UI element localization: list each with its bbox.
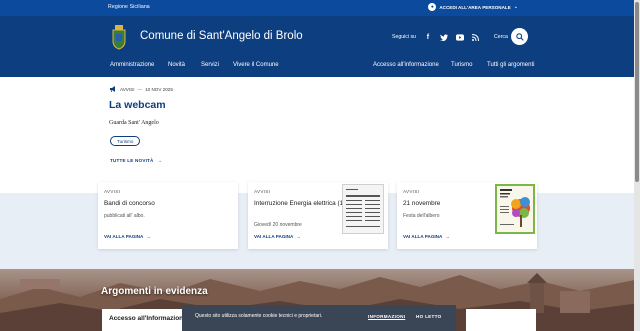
all-news-label: TUTTE LE NOVITÀ: [110, 158, 154, 163]
facebook-icon[interactable]: f: [424, 33, 432, 41]
news-card[interactable]: AVVISI Interruzione Energia elettrica (1…: [248, 182, 388, 249]
document-thumbnail: [342, 184, 384, 234]
nav-item-vivere-il-comune[interactable]: Vivere il Comune: [233, 62, 279, 68]
login-button[interactable]: ● ACCEDI ALL'AREA PERSONALE ⌄: [428, 3, 518, 11]
hero-title[interactable]: La webcam: [109, 99, 166, 111]
topic-card-title[interactable]: Accesso all'Informazione: [109, 315, 187, 322]
hero-category: AVVISI: [120, 86, 135, 92]
chevron-down-icon: ⌄: [513, 4, 518, 10]
card-link[interactable]: VAI ALLA PAGINA →: [403, 234, 450, 239]
hero-subtitle: Guarda Sant' Angelo: [109, 120, 159, 126]
municipality-crest-logo[interactable]: [110, 24, 128, 50]
card-category: AVVISI: [254, 189, 271, 194]
card-title[interactable]: Bandi di concorso: [104, 200, 155, 209]
site-title[interactable]: Comune di Sant'Angelo di Brolo: [140, 30, 303, 42]
arrow-right-icon: →: [146, 234, 151, 239]
site-header: Comune di Sant'Angelo di Brolo Seguici s…: [0, 16, 640, 77]
cookie-message: Questo sito utilizza solamente cookie te…: [195, 313, 323, 319]
search-label: Cerca: [494, 34, 508, 40]
nav-item-amministrazione[interactable]: Amministrazione: [110, 62, 154, 68]
megaphone-icon: [110, 86, 115, 92]
hero-meta: AVVISI — 10 NOV 2025: [110, 86, 173, 92]
arrow-right-icon: →: [157, 158, 163, 163]
page-scrollbar[interactable]: [634, 0, 640, 331]
card-category: AVVISI: [403, 189, 420, 194]
card-link[interactable]: VAI ALLA PAGINA →: [254, 234, 301, 239]
search-icon: [515, 32, 524, 41]
search-button[interactable]: [511, 28, 528, 45]
news-card[interactable]: AVVISI Bandi di concorso pubblicati all'…: [98, 182, 238, 249]
card-description: Festa dell'albero: [403, 213, 440, 219]
card-description: pubblicati all' albo.: [104, 213, 145, 219]
meta-separator: —: [137, 86, 143, 92]
rss-icon[interactable]: [472, 33, 480, 41]
card-description: Giovedì 20 novembre: [254, 222, 302, 228]
card-title[interactable]: Interruzione Energia elettrica (1): [254, 200, 346, 209]
scrollbar-thumb[interactable]: [635, 2, 639, 182]
cookie-accept-button[interactable]: HO LETTO: [416, 314, 442, 319]
card-link-label: VAI ALLA PAGINA: [254, 234, 294, 239]
topic-chip[interactable]: Turismo: [110, 136, 141, 146]
cookie-info-link[interactable]: INFORMAZIONI: [368, 314, 405, 319]
card-title[interactable]: 21 novembre: [403, 200, 440, 209]
nav-item-servizi[interactable]: Servizi: [201, 62, 219, 68]
main-navigation: Amministrazione Novità Servizi Vivere il…: [0, 62, 640, 74]
news-card[interactable]: AVVISI 21 novembre Festa dell'albero VAI…: [397, 182, 537, 249]
topic-card-secondary[interactable]: [466, 309, 536, 331]
all-news-link[interactable]: TUTTE LE NOVITÀ →: [110, 158, 162, 163]
arrow-right-icon: →: [296, 234, 301, 239]
card-category: AVVISI: [104, 189, 121, 194]
card-link-label: VAI ALLA PAGINA: [403, 234, 443, 239]
cookie-banner: Questo sito utilizza solamente cookie te…: [182, 305, 456, 331]
twitter-icon[interactable]: [439, 33, 448, 41]
featured-news: AVVISI — 10 NOV 2025 La webcam Guarda Sa…: [0, 77, 640, 193]
user-icon: ●: [428, 3, 437, 11]
card-link[interactable]: VAI ALLA PAGINA →: [104, 234, 151, 239]
top-slim-bar: Regione Siciliana ● ACCEDI ALL'AREA PERS…: [0, 0, 640, 16]
card-link-label: VAI ALLA PAGINA: [104, 234, 144, 239]
topics-heading: Argomenti in evidenza: [101, 286, 208, 297]
event-poster-thumbnail: [495, 184, 535, 234]
social-links: Seguici su f: [392, 33, 480, 41]
login-label: ACCEDI ALL'AREA PERSONALE: [439, 4, 511, 10]
hero-date: 10 NOV 2025: [145, 86, 173, 92]
nav-item-tutti-argomenti[interactable]: Tutti gli argomenti: [487, 62, 534, 68]
arrow-right-icon: →: [445, 234, 450, 239]
nav-item-novita[interactable]: Novità: [168, 62, 185, 68]
follow-label: Seguici su: [392, 34, 416, 40]
news-cards-band: AVVISI Bandi di concorso pubblicati all'…: [0, 182, 640, 269]
youtube-icon[interactable]: [455, 33, 464, 41]
topic-card[interactable]: Accesso all'Informazione: [102, 309, 192, 331]
region-link[interactable]: Regione Siciliana: [108, 4, 150, 10]
nav-item-accesso-informazione[interactable]: Accesso all'informazione: [373, 62, 439, 68]
nav-item-turismo[interactable]: Turismo: [451, 62, 472, 68]
